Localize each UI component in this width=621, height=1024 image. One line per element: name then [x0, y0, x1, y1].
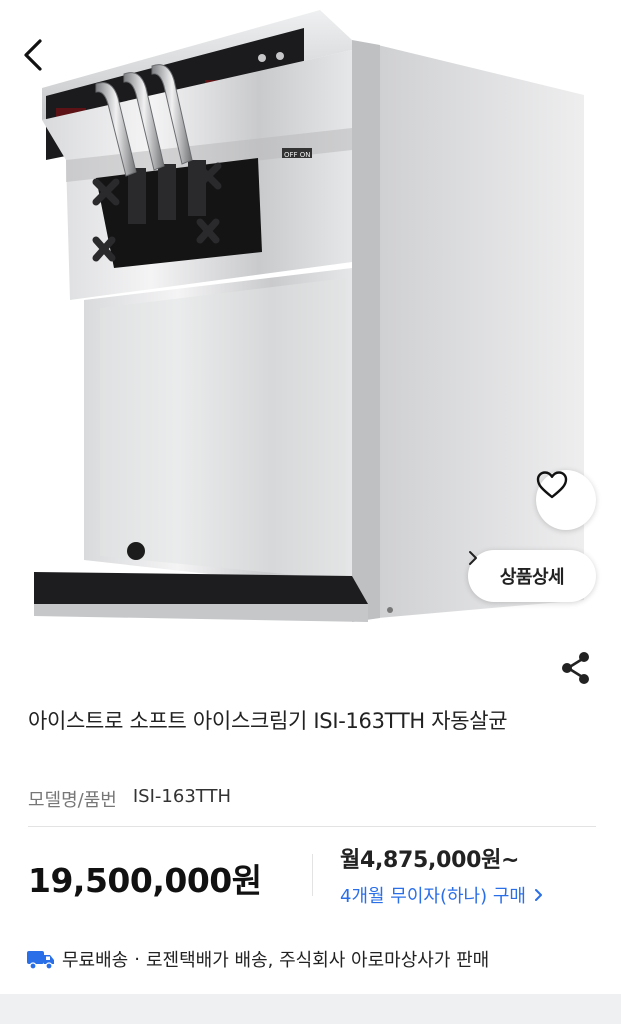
shipping-info: 무료배송 · 로젠택배가 배송, 주식회사 아로마상사가 판매 [26, 946, 489, 972]
section-gap [0, 994, 621, 1024]
share-icon [562, 652, 589, 684]
heart-icon [536, 471, 568, 499]
model-value: ISI-163TTH [132, 786, 231, 807]
product-price: 19,500,000원 [28, 861, 262, 900]
model-label: 모델명/품번 [28, 790, 117, 811]
truck-icon [27, 951, 54, 970]
free-shipping-label: 무료배송 [62, 950, 129, 971]
chevron-right-icon [469, 551, 477, 565]
divider [28, 826, 596, 827]
installment-label: 4개월 무이자(하나) 구매 [340, 886, 526, 907]
installment-link[interactable]: 4개월 무이자(하나) 구매 [340, 882, 543, 908]
product-detail-label: 상품상세 [499, 567, 565, 588]
product-image[interactable]: OFF ON 상품상세 [0, 0, 621, 640]
shipping-detail: 로젠택배가 배송, 주식회사 아로마상사가 판매 [145, 950, 490, 971]
price-separator [312, 854, 313, 896]
model-info: 모델명/품번 ISI-163TTH [28, 786, 231, 812]
share-button[interactable] [556, 648, 596, 688]
svg-text:OFF ON: OFF ON [284, 151, 311, 159]
chevron-left-icon [24, 39, 42, 71]
separator-dot: · [134, 948, 140, 970]
monthly-price: 월4,875,000원~ [340, 848, 520, 873]
chevron-right-icon [534, 889, 542, 901]
soft-serve-machine-image: OFF ON [34, 10, 584, 622]
product-title: 아이스트로 소프트 아이스크림기 ISI-163TTH 자동살균 [28, 709, 508, 733]
product-detail-button[interactable]: 상품상세 [468, 550, 596, 602]
wishlist-button[interactable] [536, 470, 596, 530]
back-button[interactable] [22, 38, 62, 82]
